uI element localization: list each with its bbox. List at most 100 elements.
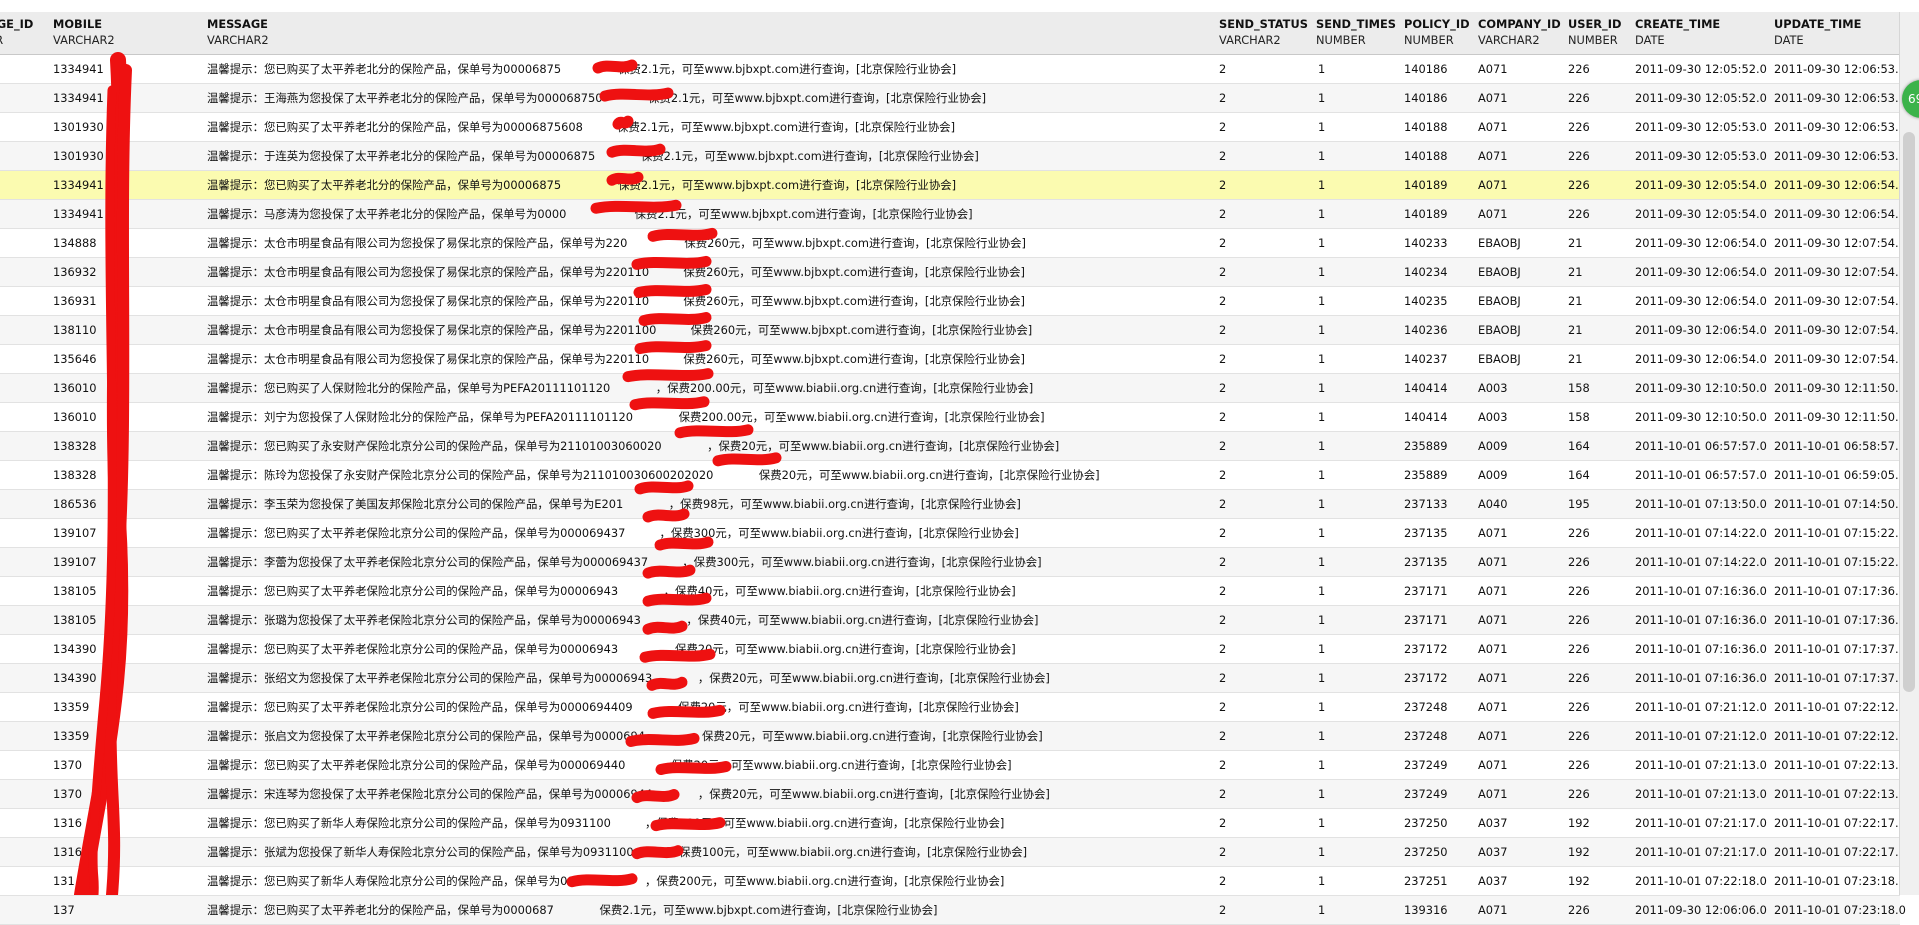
cell-create-time[interactable]: 2011-10-01 06:57:57.0 (1635, 432, 1767, 460)
cell-company-id[interactable]: A071 (1478, 55, 1508, 83)
cell-create-time[interactable]: 2011-10-01 06:57:57.0 (1635, 461, 1767, 489)
cell-send-status[interactable]: 2 (1219, 461, 1226, 489)
cell-company-id[interactable]: A071 (1478, 171, 1508, 199)
cell-send-status[interactable]: 2 (1219, 490, 1226, 518)
cell-company-id[interactable]: A071 (1478, 606, 1508, 634)
cell-user-id[interactable]: 226 (1568, 693, 1590, 721)
cell-policy-id[interactable]: 140235 (1404, 287, 1447, 315)
cell-company-id[interactable]: A071 (1478, 664, 1508, 692)
cell-company-id[interactable]: A071 (1478, 635, 1508, 663)
cell-user-id[interactable]: 226 (1568, 171, 1590, 199)
table-row[interactable]: 1334941 温馨提示：马彦涛为您投保了太平养老北分的保险产品，保单号为0000… (0, 200, 1906, 229)
cell-user-id[interactable]: 226 (1568, 577, 1590, 605)
cell-user-id[interactable]: 226 (1568, 84, 1590, 112)
cell-user-id[interactable]: 164 (1568, 461, 1590, 489)
cell-update-time[interactable]: 2011-10-01 07:14:50.0 (1774, 490, 1906, 518)
cell-send-status[interactable]: 2 (1219, 664, 1226, 692)
cell-message[interactable]: 温馨提示：李玉荣为您投保了美国友邦保险北京分公司的保险产品，保单号为E201 ，… (207, 490, 1021, 518)
cell-update-time[interactable]: 2011-10-01 07:22:12.0 (1774, 722, 1906, 750)
cell-update-time[interactable]: 2011-09-30 12:06:53.0 (1774, 113, 1906, 141)
cell-send-times[interactable]: 1 (1318, 751, 1325, 779)
cell-policy-id[interactable]: 140188 (1404, 142, 1447, 170)
cell-mobile[interactable]: 136932 (53, 258, 96, 286)
header-col-company-id[interactable]: COMPANY_ID VARCHAR2 (1478, 16, 1561, 48)
cell-user-id[interactable]: 158 (1568, 403, 1590, 431)
table-row[interactable]: 136010 温馨提示：刘宁为您投保了人保财险北分的保险产品，保单号为PEFA20… (0, 403, 1906, 432)
cell-message[interactable]: 温馨提示：马彦涛为您投保了太平养老北分的保险产品，保单号为0000 保费2.1元… (207, 200, 973, 228)
table-row[interactable]: 139107 温馨提示：您已购买了太平养老保险北京分公司的保险产品，保单号为000… (0, 519, 1906, 548)
cell-policy-id[interactable]: 140188 (1404, 113, 1447, 141)
cell-send-times[interactable]: 1 (1318, 693, 1325, 721)
cell-policy-id[interactable]: 237250 (1404, 809, 1447, 837)
cell-company-id[interactable]: A009 (1478, 432, 1508, 460)
cell-mobile[interactable]: 139107 (53, 548, 96, 576)
cell-create-time[interactable]: 2011-10-01 07:21:12.0 (1635, 722, 1767, 750)
cell-policy-id[interactable]: 237172 (1404, 635, 1447, 663)
cell-update-time[interactable]: 2011-09-30 12:06:53.0 (1774, 84, 1906, 112)
table-row[interactable]: 137 温馨提示：您已购买了太平养老北分的保险产品，保单号为0000687 保费2… (0, 896, 1906, 925)
table-row[interactable]: 186536 温馨提示：李玉荣为您投保了美国友邦保险北京分公司的保险产品，保单号为… (0, 490, 1906, 519)
cell-policy-id[interactable]: 237248 (1404, 722, 1447, 750)
cell-send-times[interactable]: 1 (1318, 548, 1325, 576)
cell-user-id[interactable]: 21 (1568, 258, 1583, 286)
cell-company-id[interactable]: A071 (1478, 200, 1508, 228)
cell-policy-id[interactable]: 140414 (1404, 403, 1447, 431)
cell-message[interactable]: 温馨提示：刘宁为您投保了人保财险北分的保险产品，保单号为PEFA20111101… (207, 403, 1045, 431)
header-col-user-id[interactable]: USER_ID NUMBER (1568, 16, 1621, 48)
cell-message[interactable]: 温馨提示：您已购买了人保财险北分的保险产品，保单号为PEFA2011110112… (207, 374, 1033, 402)
cell-send-times[interactable]: 1 (1318, 229, 1325, 257)
cell-message[interactable]: 温馨提示：张斌为您投保了新华人寿保险北京分公司的保险产品，保单号为0931100… (207, 838, 1027, 866)
cell-mobile[interactable]: 138328 (53, 461, 96, 489)
cell-send-status[interactable]: 2 (1219, 635, 1226, 663)
cell-message[interactable]: 温馨提示：您已购买了永安财产保险北京分公司的保险产品，保单号为211010030… (207, 432, 1059, 460)
vertical-scrollbar[interactable] (1899, 12, 1919, 895)
cell-policy-id[interactable]: 237249 (1404, 780, 1447, 808)
table-row[interactable]: 136932 温馨提示：太仓市明星食品有限公司为您投保了易保北京的保险产品，保单号… (0, 258, 1906, 287)
cell-update-time[interactable]: 2011-10-01 07:17:36.0 (1774, 606, 1906, 634)
cell-company-id[interactable]: A071 (1478, 693, 1508, 721)
cell-company-id[interactable]: EBAOBJ (1478, 258, 1521, 286)
header-col-age-id[interactable]: AGE_ID ER (0, 16, 33, 48)
cell-user-id[interactable]: 226 (1568, 635, 1590, 663)
cell-user-id[interactable]: 21 (1568, 229, 1583, 257)
cell-policy-id[interactable]: 237171 (1404, 577, 1447, 605)
cell-send-status[interactable]: 2 (1219, 287, 1226, 315)
cell-create-time[interactable]: 2011-09-30 12:06:54.0 (1635, 316, 1767, 344)
cell-send-times[interactable]: 1 (1318, 345, 1325, 373)
cell-send-status[interactable]: 2 (1219, 258, 1226, 286)
header-col-create-time[interactable]: CREATE_TIME DATE (1635, 16, 1720, 48)
cell-message[interactable]: 温馨提示：您已购买了太平养老保险北京分公司的保险产品，保单号为00006943 … (207, 577, 1016, 605)
cell-send-times[interactable]: 1 (1318, 635, 1325, 663)
cell-create-time[interactable]: 2011-10-01 07:22:18.0 (1635, 867, 1767, 895)
cell-send-status[interactable]: 2 (1219, 171, 1226, 199)
cell-send-status[interactable]: 2 (1219, 113, 1226, 141)
cell-send-status[interactable]: 2 (1219, 229, 1226, 257)
cell-send-status[interactable]: 2 (1219, 896, 1226, 924)
cell-send-status[interactable]: 2 (1219, 200, 1226, 228)
cell-policy-id[interactable]: 237171 (1404, 606, 1447, 634)
cell-send-times[interactable]: 1 (1318, 896, 1325, 924)
cell-update-time[interactable]: 2011-09-30 12:07:54.0 (1774, 316, 1906, 344)
table-row[interactable]: 1370 温馨提示：您已购买了太平养老保险北京分公司的保险产品，保单号为00006… (0, 751, 1906, 780)
cell-send-status[interactable]: 2 (1219, 780, 1226, 808)
cell-mobile[interactable]: 1316 (53, 809, 82, 837)
table-row[interactable]: 1316 温馨提示：张斌为您投保了新华人寿保险北京分公司的保险产品，保单号为093… (0, 838, 1906, 867)
cell-user-id[interactable]: 226 (1568, 606, 1590, 634)
cell-send-times[interactable]: 1 (1318, 316, 1325, 344)
cell-send-status[interactable]: 2 (1219, 142, 1226, 170)
table-row[interactable]: 138328 温馨提示：陈玲为您投保了永安财产保险北京分公司的保险产品，保单号为2… (0, 461, 1906, 490)
cell-mobile[interactable]: 136931 (53, 287, 96, 315)
cell-message[interactable]: 温馨提示：太仓市明星食品有限公司为您投保了易保北京的保险产品，保单号为22011… (207, 316, 1032, 344)
cell-company-id[interactable]: A071 (1478, 722, 1508, 750)
cell-mobile[interactable]: 13359 (53, 722, 89, 750)
cell-update-time[interactable]: 2011-10-01 06:59:05.0 (1774, 461, 1906, 489)
cell-update-time[interactable]: 2011-10-01 07:22:17.0 (1774, 809, 1906, 837)
cell-user-id[interactable]: 226 (1568, 722, 1590, 750)
cell-send-times[interactable]: 1 (1318, 374, 1325, 402)
table-row[interactable]: 138105 温馨提示：您已购买了太平养老保险北京分公司的保险产品，保单号为000… (0, 577, 1906, 606)
cell-policy-id[interactable]: 237248 (1404, 693, 1447, 721)
cell-update-time[interactable]: 2011-10-01 07:22:13.0 (1774, 751, 1906, 779)
table-row[interactable]: 13359 温馨提示：张启文为您投保了太平养老保险北京分公司的保险产品，保单号为0… (0, 722, 1906, 751)
cell-create-time[interactable]: 2011-09-30 12:06:54.0 (1635, 345, 1767, 373)
cell-message[interactable]: 温馨提示：您已购买了太平养老北分的保险产品，保单号为0000687 保费2.1元… (207, 896, 937, 924)
